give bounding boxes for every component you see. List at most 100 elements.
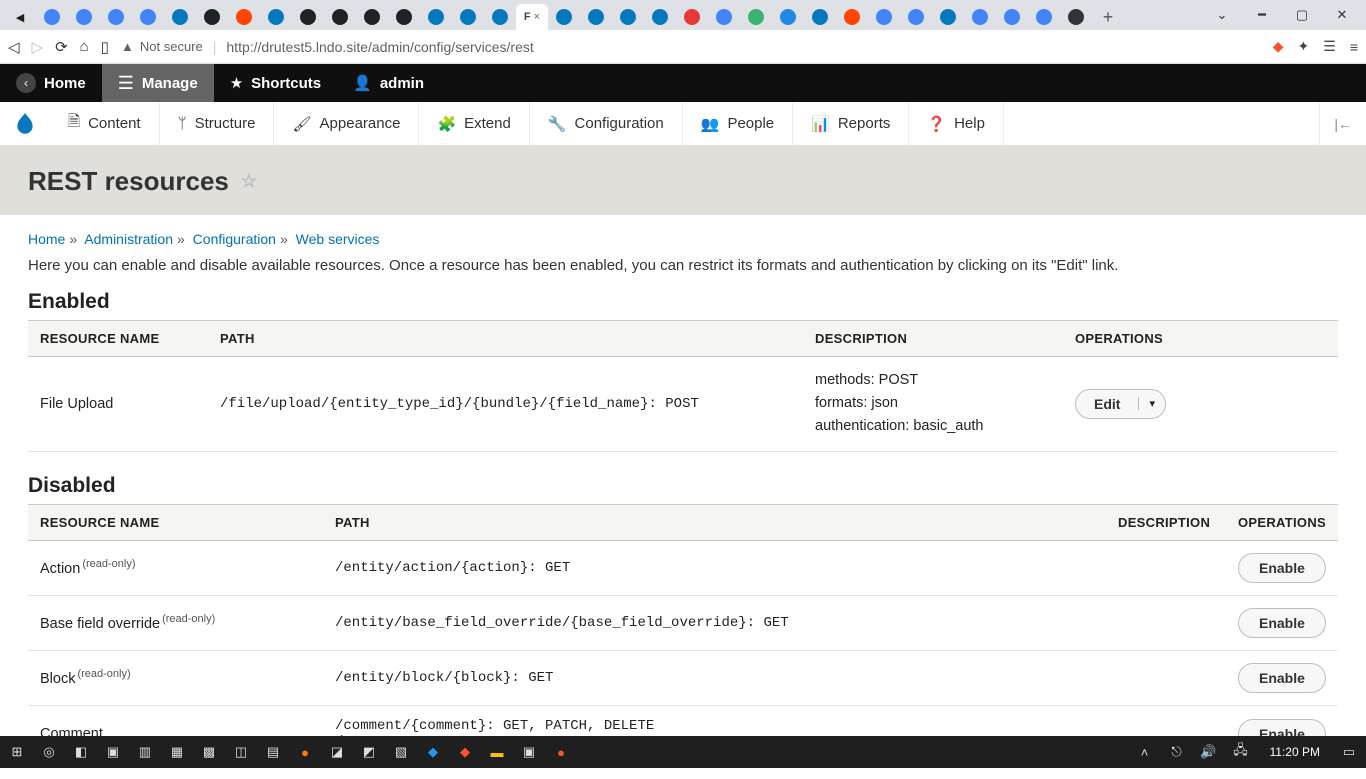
tab-item[interactable] [868, 4, 900, 30]
warning-icon: ▲ [121, 39, 134, 54]
tray-chevron-icon[interactable]: ˄ [1134, 741, 1156, 763]
bookmark-bar-icon[interactable]: ▯ [101, 38, 109, 56]
back-button[interactable]: ◁ [8, 38, 20, 56]
menu-help[interactable]: ❓Help [909, 102, 1004, 145]
tab-item[interactable]: ◀ [4, 4, 36, 30]
toolbar-manage[interactable]: ☰Manage [102, 64, 214, 102]
tab-item[interactable] [900, 4, 932, 30]
forward-button[interactable]: ▷ [32, 38, 44, 56]
tab-item[interactable] [132, 4, 164, 30]
tab-item[interactable] [932, 4, 964, 30]
start-button[interactable]: ⊞ [6, 741, 28, 763]
taskbar-app[interactable]: ▣ [102, 741, 124, 763]
taskbar-app[interactable]: ▣ [518, 741, 540, 763]
tab-item[interactable] [548, 4, 580, 30]
taskbar-app[interactable]: ◧ [70, 741, 92, 763]
tab-dropdown-icon[interactable]: ⌄ [1202, 7, 1242, 23]
window-maximize[interactable]: ▢ [1282, 7, 1322, 23]
tab-item[interactable] [676, 4, 708, 30]
tab-item[interactable] [420, 4, 452, 30]
taskbar-app[interactable]: ▥ [134, 741, 156, 763]
taskbar-app[interactable]: ◩ [358, 741, 380, 763]
breadcrumb-config[interactable]: Configuration [193, 231, 276, 247]
reload-button[interactable]: ⟳ [55, 38, 68, 56]
tab-item[interactable] [196, 4, 228, 30]
window-close[interactable]: ✕ [1322, 7, 1362, 23]
tray-volume-icon[interactable]: 🔊 [1198, 741, 1220, 763]
brave-shields-icon[interactable]: ◆ [1273, 38, 1284, 55]
tab-item[interactable] [772, 4, 804, 30]
taskbar-app[interactable]: ● [294, 741, 316, 763]
tab-item[interactable] [740, 4, 772, 30]
taskbar-app[interactable]: ◎ [38, 741, 60, 763]
enable-button[interactable]: Enable [1238, 608, 1326, 638]
toolbar-orientation-toggle[interactable]: |← [1319, 102, 1366, 145]
toolbar-back[interactable]: ‹Home [0, 64, 102, 102]
menu-content[interactable]: 🗎Content [50, 102, 160, 145]
taskbar-app[interactable]: ◪ [326, 741, 348, 763]
tab-item[interactable] [356, 4, 388, 30]
home-button[interactable]: ⌂ [80, 38, 89, 55]
tab-item[interactable] [1028, 4, 1060, 30]
taskbar-app[interactable]: ▩ [198, 741, 220, 763]
close-icon[interactable]: × [534, 11, 540, 23]
tab-item[interactable] [324, 4, 356, 30]
reader-icon[interactable]: ☰ [1323, 38, 1336, 55]
tab-item[interactable] [100, 4, 132, 30]
breadcrumb-web[interactable]: Web services [296, 231, 380, 247]
menu-appearance[interactable]: 🖌Appearance [274, 102, 419, 145]
tab-item[interactable] [836, 4, 868, 30]
menu-extend[interactable]: 🧩Extend [419, 102, 529, 145]
tab-item[interactable] [996, 4, 1028, 30]
breadcrumb-admin[interactable]: Administration [84, 231, 173, 247]
menu-icon[interactable]: ≡ [1350, 39, 1358, 55]
breadcrumb-home[interactable]: Home [28, 231, 65, 247]
taskbar-app[interactable]: ◆ [422, 741, 444, 763]
edit-button[interactable]: Edit ▾ [1075, 389, 1166, 419]
tray-icon[interactable]: ⎋ [1166, 741, 1188, 763]
tab-item[interactable] [292, 4, 324, 30]
taskbar-app[interactable]: ▬ [486, 741, 508, 763]
tab-item[interactable] [708, 4, 740, 30]
taskbar-app[interactable]: ▧ [390, 741, 412, 763]
toolbar-shortcuts[interactable]: ★Shortcuts [214, 64, 337, 102]
tab-item[interactable] [644, 4, 676, 30]
tab-item[interactable] [964, 4, 996, 30]
taskbar-clock[interactable]: 11:20 PM [1262, 745, 1328, 759]
menu-structure[interactable]: ᛘStructure [160, 102, 275, 145]
taskbar-app[interactable]: ◫ [230, 741, 252, 763]
drupal-logo-icon[interactable] [0, 111, 50, 137]
taskbar-app[interactable]: ▤ [262, 741, 284, 763]
menu-configuration[interactable]: 🔧Configuration [530, 102, 683, 145]
enable-button[interactable]: Enable [1238, 663, 1326, 693]
tab-item[interactable] [484, 4, 516, 30]
tab-item[interactable] [68, 4, 100, 30]
tray-network-icon[interactable]: 🖧 [1230, 741, 1252, 763]
tab-item[interactable] [228, 4, 260, 30]
menu-reports[interactable]: 📊Reports [793, 102, 909, 145]
tab-item[interactable] [388, 4, 420, 30]
window-minimize[interactable]: ━ [1242, 7, 1282, 23]
taskbar-app[interactable]: ▦ [166, 741, 188, 763]
extensions-icon[interactable]: ✦ [1298, 38, 1310, 55]
enable-button[interactable]: Enable [1238, 553, 1326, 583]
tab-item[interactable] [612, 4, 644, 30]
chevron-down-icon[interactable]: ▾ [1138, 397, 1165, 410]
taskbar-app[interactable]: ◆ [454, 741, 476, 763]
tab-item[interactable] [580, 4, 612, 30]
tab-item[interactable] [804, 4, 836, 30]
tab-item[interactable] [36, 4, 68, 30]
tab-active[interactable]: F × [516, 4, 548, 30]
security-indicator[interactable]: ▲ Not secure [121, 39, 203, 54]
tray-notifications-icon[interactable]: ▭ [1338, 741, 1360, 763]
tab-item[interactable] [1060, 4, 1092, 30]
tab-item[interactable] [260, 4, 292, 30]
new-tab-button[interactable]: + [1092, 4, 1124, 30]
menu-people[interactable]: 👥People [683, 102, 793, 145]
tab-item[interactable] [164, 4, 196, 30]
star-outline-icon[interactable]: ☆ [241, 171, 257, 192]
tab-item[interactable] [452, 4, 484, 30]
taskbar-app[interactable]: ● [550, 741, 572, 763]
url-text[interactable]: http://drutest5.lndo.site/admin/config/s… [226, 39, 533, 55]
toolbar-user[interactable]: 👤admin [337, 64, 440, 102]
